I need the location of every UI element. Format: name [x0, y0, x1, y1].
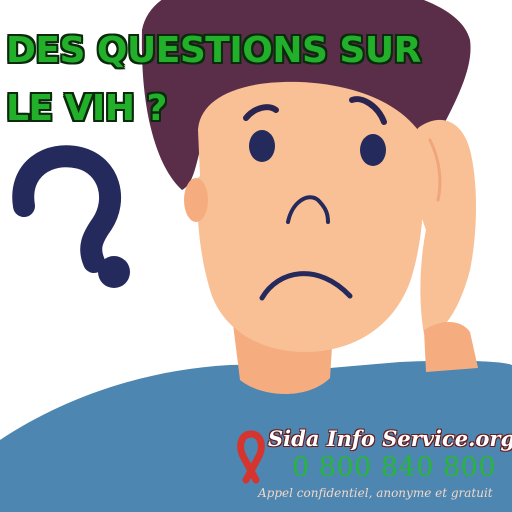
headline-line-1: DES QUESTIONS SUR — [6, 30, 421, 71]
logo-name: Sida Info Service.org — [268, 426, 512, 451]
forearm — [424, 322, 478, 372]
logo-tagline: Appel confidentiel, anonyme et gratuit — [258, 486, 493, 500]
ear — [184, 178, 208, 222]
headline: DES QUESTIONS SUR LE VIH ? — [6, 22, 506, 138]
red-ribbon-icon — [237, 430, 265, 484]
phone-number: 0 800 840 800 — [292, 452, 497, 483]
right-eye — [360, 134, 386, 166]
poster: DES QUESTIONS SUR LE VIH ? Sida Info Ser… — [0, 0, 512, 512]
headline-line-2: LE VIH ? — [6, 88, 167, 129]
question-mark-icon — [12, 145, 130, 288]
